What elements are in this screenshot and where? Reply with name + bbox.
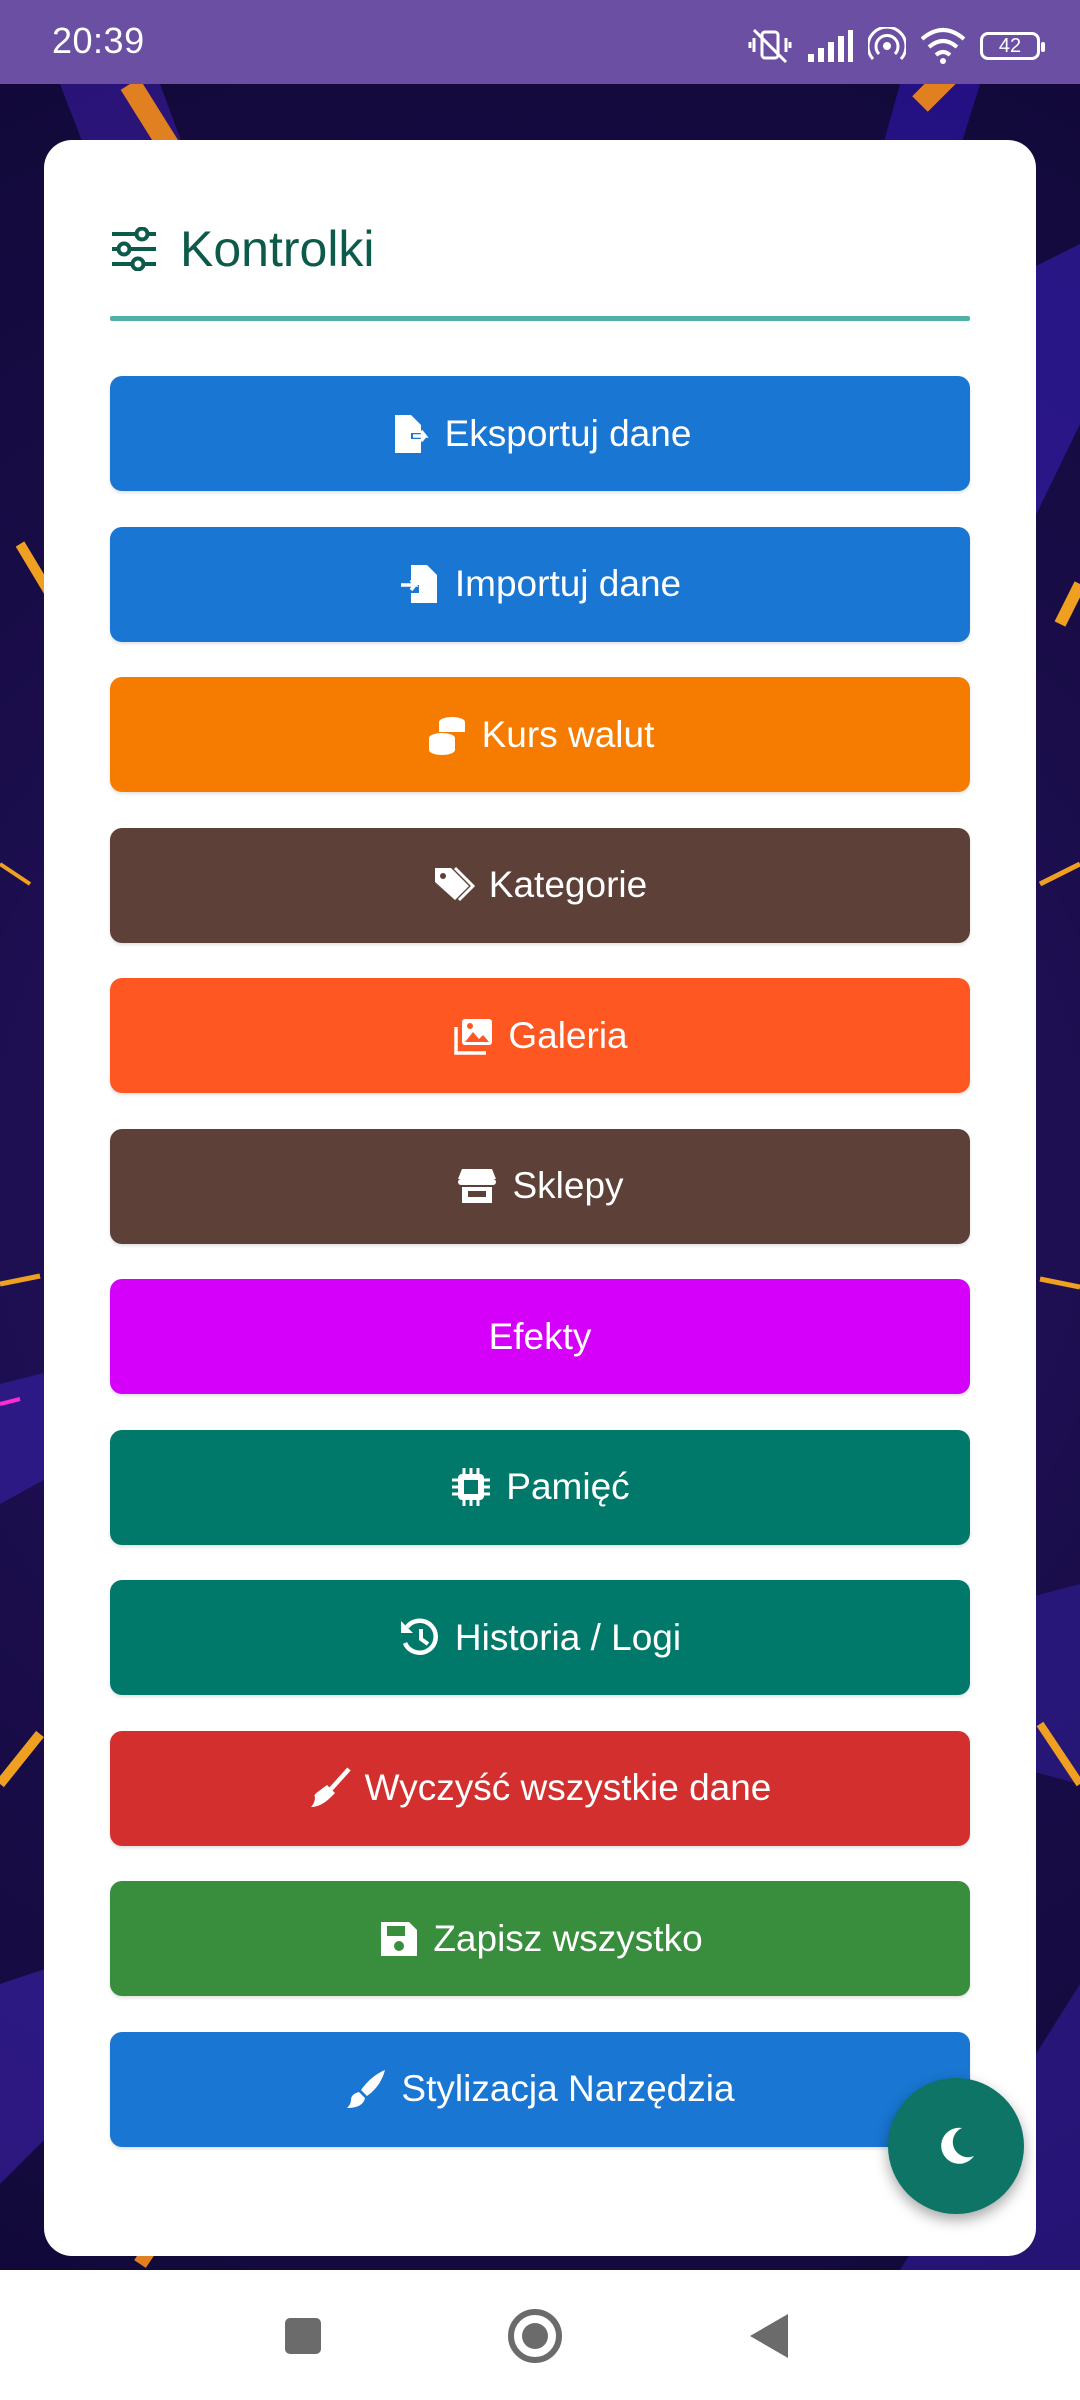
button-label: Kategorie: [488, 864, 648, 905]
button-label: Kurs walut: [481, 713, 655, 755]
recent-apps-button[interactable]: [273, 2306, 333, 2366]
home-icon: [508, 2309, 562, 2363]
history-icon: [399, 1617, 441, 1659]
card-title: Kontrolki: [180, 221, 375, 277]
button-label: Galeria: [508, 1014, 628, 1056]
button-label: Wyczyść wszystkie dane: [364, 1767, 772, 1808]
file-import-icon: [399, 563, 441, 605]
controls-card: Kontrolki Eksportuj dane Importuj dane K…: [44, 140, 1036, 2256]
file-export-icon: [389, 413, 431, 455]
paintbrush-icon: [345, 2068, 387, 2110]
hotspot-icon: [868, 27, 906, 61]
button-label: Eksportuj dane: [444, 412, 692, 454]
button-label: Efekty: [488, 1315, 592, 1357]
microchip-icon: [450, 1466, 492, 1508]
categories-button[interactable]: Kategorie: [110, 827, 970, 943]
card-header: Kontrolki: [110, 220, 375, 278]
signal-icon: [808, 30, 853, 62]
stores-button[interactable]: Sklepy: [110, 1128, 970, 1244]
memory-button[interactable]: Pamięć: [110, 1429, 970, 1545]
gallery-button[interactable]: Galeria: [110, 978, 970, 1093]
button-label: Pamięć: [506, 1466, 630, 1507]
status-icons: 42: [748, 26, 1045, 66]
back-icon: [750, 2314, 788, 2358]
mute-vibrate-icon: [748, 28, 792, 64]
button-label: Stylizacja Narzędzia: [401, 2068, 735, 2109]
battery-level: 42: [998, 34, 1022, 57]
moon-icon: [941, 2127, 974, 2164]
history-logs-button[interactable]: Historia / Logi: [110, 1580, 970, 1695]
status-time: 20:39: [52, 20, 145, 61]
button-label: Historia / Logi: [454, 1616, 682, 1658]
tool-styling-button[interactable]: Stylizacja Narzędzia: [110, 2031, 970, 2147]
save-all-button[interactable]: Zapisz wszystko: [110, 1881, 970, 1996]
tags-icon: [433, 864, 475, 906]
export-data-button[interactable]: Eksportuj dane: [110, 376, 970, 491]
home-button[interactable]: [505, 2306, 565, 2366]
sliders-icon: [112, 227, 156, 271]
clear-all-data-button[interactable]: Wyczyść wszystkie dane: [110, 1730, 970, 1846]
exchange-rates-button[interactable]: Kurs walut: [110, 677, 970, 792]
button-label: Zapisz wszystko: [433, 1917, 703, 1959]
broom-icon: [309, 1767, 351, 1809]
button-label: Sklepy: [512, 1165, 624, 1206]
store-icon: [456, 1165, 498, 1207]
battery-icon: 42: [980, 32, 1045, 60]
navigation-bar: [0, 2270, 1080, 2400]
images-icon: [452, 1015, 494, 1057]
header-divider: [110, 316, 970, 321]
wifi-icon: [920, 28, 966, 64]
theme-toggle-button[interactable]: [888, 2078, 1024, 2214]
coins-icon: [426, 714, 468, 756]
button-label: Importuj dane: [454, 563, 682, 604]
button-list: Eksportuj dane Importuj dane Kurs walut …: [110, 376, 970, 2182]
save-icon: [377, 1918, 419, 1960]
effects-button[interactable]: Efekty: [110, 1279, 970, 1394]
recent-apps-icon: [285, 2318, 321, 2354]
status-bar: 20:39 42: [0, 0, 1080, 84]
back-button[interactable]: [740, 2306, 800, 2366]
import-data-button[interactable]: Importuj dane: [110, 526, 970, 642]
